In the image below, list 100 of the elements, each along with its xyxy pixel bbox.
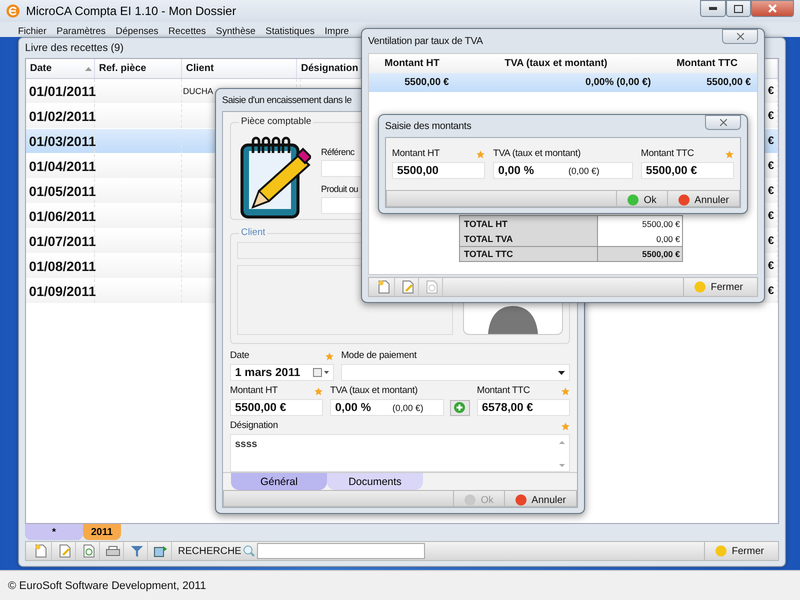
maximize-button[interactable] [726,0,751,17]
cancel-button[interactable]: Annuler [666,191,739,207]
dropdown-caret-icon [558,370,565,374]
amount-field[interactable]: 5500,00 € [230,399,324,416]
field-label: Produit ou [321,184,358,194]
date-cell: 01/07/2011 [26,229,95,253]
total-label: TOTAL HT [460,216,597,231]
search-icon [243,545,256,557]
ledger-title: Livre des recettes (9) [25,42,124,54]
close-button[interactable] [751,0,794,17]
menu-item[interactable]: Recettes [168,26,206,37]
column-header: Montant HT [384,58,440,69]
year-tab[interactable]: * [25,524,83,540]
dialog-tab[interactable]: Général [231,473,327,490]
field-label: Montant TTC [476,385,530,396]
close-button[interactable]: Fermer [704,542,774,560]
column-header[interactable]: Date [26,59,95,78]
group-label: Client [239,227,268,238]
column-header[interactable]: Client [182,59,297,78]
close-icon [720,119,726,126]
table-cell-text: 5500,00 € [404,77,450,88]
field-label: Date [230,350,250,361]
field-label: Montant HT [230,385,278,396]
vat-field[interactable]: 0,00 % (0,00 €) [493,162,633,179]
calendar-icon [313,368,330,377]
date-cell: 01/08/2011 [26,254,95,278]
new-document-icon [378,280,390,294]
status-dot-icon [678,194,690,206]
field-label: Désignation [230,420,278,431]
date-cell: 01/05/2011 [26,179,95,203]
column-header: Montant TTC [675,58,739,69]
field-label: Mode de paiement [341,350,417,361]
edit-document-icon [402,280,414,294]
table-cell-text: 0,00% (0,00 €) [584,77,652,88]
dialog-tab[interactable]: Documents [327,473,423,490]
table-row[interactable]: 5500,00 € 0,00% (0,00 €) 5500,00 € [369,73,757,92]
new-document-icon [34,544,46,558]
maximize-icon [734,4,743,12]
amount-field[interactable]: 5500,00 € [640,162,734,179]
field-label: Montant TTC [640,148,694,159]
field-label: TVA (taux et montant) [330,385,418,396]
scrollbar-icon [559,439,565,469]
filter-icon [130,546,142,556]
close-icon [768,4,777,13]
person-silhouette-icon [488,304,538,334]
total-label: TOTAL TTC [460,246,597,261]
circle-icon [694,281,706,293]
menu-item[interactable]: Dépenses [116,26,158,37]
notepad-pencil-icon [239,135,311,219]
total-value: 5500,00 € [597,216,682,231]
close-button[interactable]: Fermer [682,278,753,296]
app-logo-icon [6,4,20,18]
add-button[interactable] [450,400,470,416]
field-label: Référenc [321,147,354,157]
menu-item[interactable]: Fichier [18,26,47,37]
copyright-text: © EuroSoft Software Development, 2011 [8,580,206,592]
plus-icon [454,402,466,413]
column-header[interactable]: Ref. pièce [95,59,182,78]
minimize-button[interactable] [700,0,726,17]
close-button[interactable] [722,29,758,44]
search-field[interactable] [257,543,426,559]
column-header: TVA (taux et montant) [504,58,608,69]
status-dot-icon [514,494,527,506]
menu-item[interactable]: Paramètres [56,26,106,37]
date-cell: 01/01/2011 [26,79,95,103]
date-field[interactable]: 1 mars 2011 [230,364,334,381]
field-label: Montant HT [392,148,440,159]
window-title: Ventilation par taux de TVA [368,36,483,46]
amount-field[interactable]: 6578,00 € [476,399,570,416]
close-button[interactable] [705,115,741,130]
export-image-icon [154,544,168,558]
cancel-button[interactable]: Annuler [504,491,576,507]
date-cell: 01/02/2011 [26,104,95,128]
menu-item[interactable]: Statistiques [266,26,315,37]
search-label: RECHERCHE [178,546,242,556]
ok-button[interactable]: Ok [616,191,667,207]
minimize-icon [709,7,717,10]
total-value: 5500,00 € [597,246,682,261]
total-label: TOTAL TVA [460,231,597,246]
designation-field[interactable]: ssss [230,434,570,472]
dialog-title: Saisie des montants [385,120,472,132]
status-dot-icon [626,194,639,206]
amount-field[interactable]: 5500,00 [392,162,486,179]
printer-icon [106,546,120,556]
year-tab[interactable]: 2011 [83,524,121,540]
menu-item[interactable]: Synthèse [216,26,256,37]
date-cell: 01/09/2011 [26,279,95,303]
status-dot-icon [464,494,476,506]
close-icon [736,33,744,40]
date-cell: 01/06/2011 [26,204,95,228]
edit-document-icon [58,544,70,558]
vat-field[interactable]: 0,00 % (0,00 €) [330,399,444,416]
date-cell: 01/03/2011 [26,129,95,153]
window-title: MicroCA Compta EI 1.10 - Mon Dossier [26,4,236,18]
total-value: 0,00 € [597,231,682,246]
date-cell: 01/04/2011 [26,154,95,178]
circle-icon [714,545,727,557]
field-label: TVA (taux et montant) [493,148,581,159]
group-label: Pièce comptable [239,116,314,127]
menu-item[interactable]: Impre [324,26,349,37]
